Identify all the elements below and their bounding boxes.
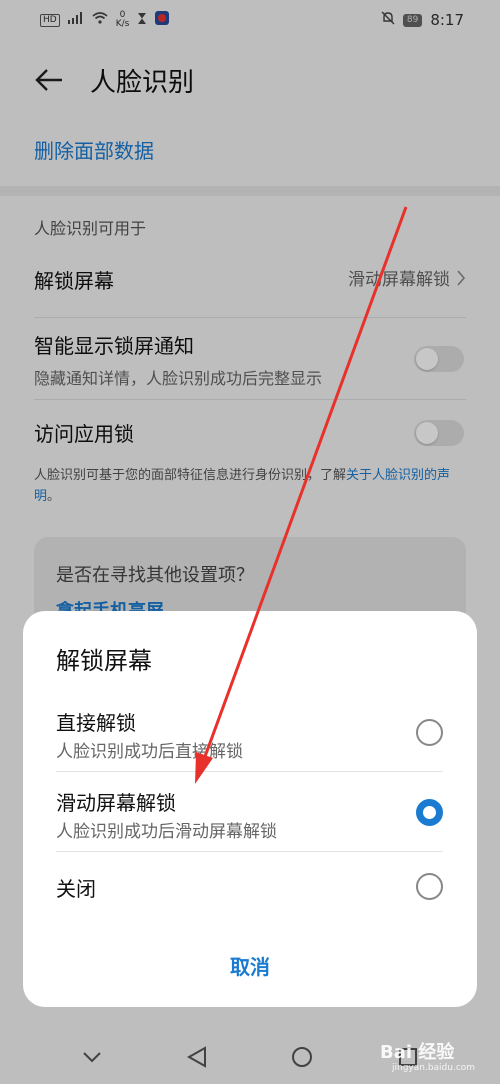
option-divider: [56, 771, 443, 772]
option-divider: [56, 851, 443, 852]
watermark-brand: Bai 经验: [380, 1042, 455, 1063]
radio-button-selected[interactable]: [416, 799, 443, 826]
option-title: 滑动屏幕解锁: [56, 791, 176, 815]
option-off[interactable]: 关闭: [56, 863, 443, 943]
cancel-button[interactable]: 取消: [23, 951, 477, 980]
option-subtitle: 人脸识别成功后直接解锁: [56, 742, 243, 762]
unlock-mode-dialog: 解锁屏幕 直接解锁 人脸识别成功后直接解锁 滑动屏幕解锁 人脸识别成功后滑动屏幕…: [23, 611, 477, 1007]
option-title: 直接解锁: [56, 711, 136, 735]
radio-button[interactable]: [416, 873, 443, 900]
radio-button[interactable]: [416, 719, 443, 746]
option-title: 关闭: [56, 877, 96, 901]
option-subtitle: 人脸识别成功后滑动屏幕解锁: [56, 822, 277, 842]
dialog-title: 解锁屏幕: [56, 647, 152, 675]
watermark-url: jingyan.baidu.com: [392, 1063, 476, 1073]
